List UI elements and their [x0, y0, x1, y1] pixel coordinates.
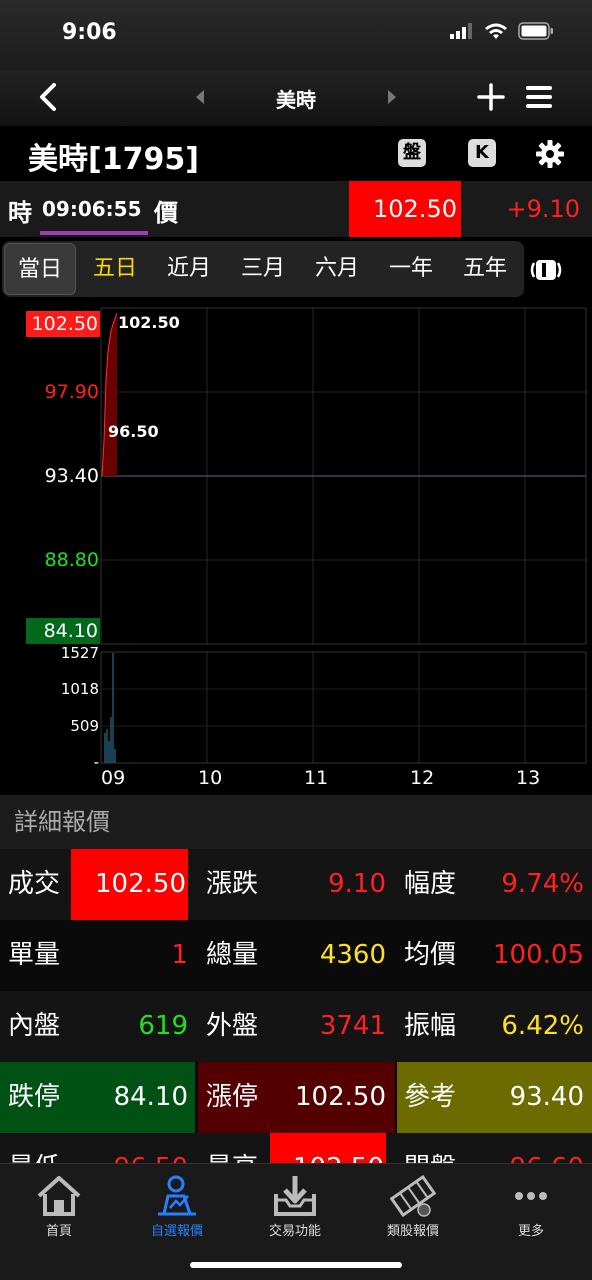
fullscreen-icon[interactable] — [530, 257, 562, 283]
stock-header: 美時[1795] 盤 K — [0, 126, 592, 181]
wifi-icon — [485, 23, 507, 39]
value-total-vol: 4360 — [319, 940, 386, 970]
tab-intraday[interactable]: 當日 — [4, 243, 76, 295]
x-label-11: 11 — [304, 767, 329, 789]
home-indicator — [190, 1262, 402, 1268]
tab-5year[interactable]: 五年 — [448, 243, 522, 295]
sectors-icon — [390, 1174, 436, 1218]
nav-bar: 美時 — [0, 70, 592, 126]
order-book-button[interactable]: 盤 — [398, 139, 426, 167]
tabbar-watchlist[interactable]: 自選報價 — [122, 1172, 232, 1239]
table-row: 單量 1 總量 4360 均價 100.05 — [0, 920, 592, 991]
x-label-10: 10 — [198, 767, 223, 789]
low-annotation: 96.50 — [108, 422, 159, 441]
label-amplitude: 振幅 — [404, 1011, 457, 1041]
intraday-chart: 102.50 97.90 93.40 88.80 84.10 102.50 96… — [0, 301, 592, 793]
value-change: 9.10 — [328, 869, 386, 899]
tabbar-more-label: 更多 — [517, 1224, 544, 1239]
tabbar-sectors-label: 類股報價 — [386, 1224, 439, 1239]
status-time: 9:06 — [62, 20, 117, 45]
label-reference: 參考 — [404, 1082, 457, 1112]
price-row: 時 09:06:55 價 102.50 +9.10 — [0, 181, 592, 237]
status-icons — [450, 22, 554, 40]
volume-label-max: 1527 — [60, 644, 99, 662]
quote-time: 09:06:55 — [42, 197, 142, 221]
tab-5day[interactable]: 五日 — [78, 243, 152, 295]
add-icon[interactable] — [476, 82, 506, 112]
value-limit-up: 102.50 — [295, 1082, 386, 1112]
battery-icon — [518, 22, 553, 40]
trade-icon — [274, 1176, 316, 1216]
label-last: 成交 — [8, 869, 61, 899]
menu-icon[interactable] — [524, 82, 554, 112]
volume-label-mid: 1018 — [60, 680, 99, 698]
high-annotation: 102.50 — [118, 313, 180, 332]
detail-quote-title: 詳細報價 — [0, 795, 592, 849]
stock-name: 美時[1795] — [28, 142, 199, 177]
tabbar-more[interactable]: 更多 — [476, 1172, 586, 1239]
label-limit-up: 漲停 — [206, 1082, 259, 1112]
price-label: 價 — [154, 199, 178, 227]
signal-icon — [450, 23, 472, 39]
y-label-reference: 93.40 — [44, 465, 99, 487]
value-inner: 619 — [138, 1011, 188, 1041]
tab-6month[interactable]: 六月 — [300, 243, 374, 295]
home-icon — [37, 1176, 81, 1216]
price-change: +9.10 — [506, 195, 580, 223]
tab-1month[interactable]: 近月 — [152, 243, 226, 295]
x-label-12: 12 — [410, 767, 435, 789]
value-last: 102.50 — [71, 849, 188, 920]
tabbar-trade[interactable]: 交易功能 — [240, 1172, 350, 1239]
tabbar-sectors[interactable]: 類股報價 — [358, 1172, 468, 1239]
value-limit-down: 84.10 — [113, 1082, 188, 1112]
label-total-vol: 總量 — [206, 940, 259, 970]
gear-icon[interactable] — [534, 138, 566, 170]
label-avg: 均價 — [404, 940, 457, 970]
tabbar-home-label: 首頁 — [45, 1224, 72, 1239]
kline-button[interactable]: K — [468, 139, 496, 167]
value-outer: 3741 — [319, 1011, 386, 1041]
label-outer: 外盤 — [206, 1011, 259, 1041]
tab-1year[interactable]: 一年 — [374, 243, 448, 295]
table-row: 成交 102.50 漲跌 9.10 幅度 9.74% — [0, 849, 592, 920]
label-inner: 內盤 — [8, 1011, 61, 1041]
detail-quote-grid: 成交 102.50 漲跌 9.10 幅度 9.74% 單量 1 總量 4360 … — [0, 849, 592, 1204]
x-label-09: 09 — [101, 767, 126, 789]
label-pct: 幅度 — [404, 869, 457, 899]
watchlist-icon — [158, 1175, 196, 1216]
period-tabs: 當日 五日 近月 三月 六月 一年 五年 — [2, 241, 524, 297]
time-label: 時 — [8, 199, 32, 227]
value-amplitude: 6.42% — [501, 1011, 584, 1041]
tabbar-watchlist-label: 自選報價 — [150, 1224, 203, 1239]
table-row: 跌停 84.10 漲停 102.50 參考 93.40 — [0, 1062, 592, 1133]
time-underline — [40, 231, 148, 235]
value-avg: 100.05 — [493, 940, 584, 970]
period-bar: 當日 五日 近月 三月 六月 一年 五年 — [0, 237, 592, 301]
y-label-high: 102.50 — [26, 311, 100, 337]
volume-label-zero: - — [93, 753, 99, 771]
label-limit-down: 跌停 — [8, 1082, 61, 1112]
value-tick-vol: 1 — [171, 940, 188, 970]
value-reference: 93.40 — [509, 1082, 584, 1112]
tabbar-trade-label: 交易功能 — [268, 1224, 321, 1239]
status-bar: 9:06 — [0, 0, 592, 70]
label-tick-vol: 單量 — [8, 940, 61, 970]
more-icon — [515, 1192, 547, 1200]
y-label-low: 84.10 — [26, 618, 100, 644]
x-label-13: 13 — [516, 767, 541, 789]
next-stock-icon[interactable] — [386, 89, 398, 105]
table-row: 內盤 619 外盤 3741 振幅 6.42% — [0, 991, 592, 1062]
tabbar-home[interactable]: 首頁 — [4, 1172, 114, 1239]
y-label-lower: 88.80 — [44, 549, 99, 571]
tab-3month[interactable]: 三月 — [226, 243, 300, 295]
volume-label-low: 509 — [70, 717, 99, 735]
y-label-upper: 97.90 — [44, 381, 99, 403]
current-price: 102.50 — [349, 181, 461, 237]
label-change: 漲跌 — [206, 869, 259, 899]
value-pct: 9.74% — [501, 869, 584, 899]
